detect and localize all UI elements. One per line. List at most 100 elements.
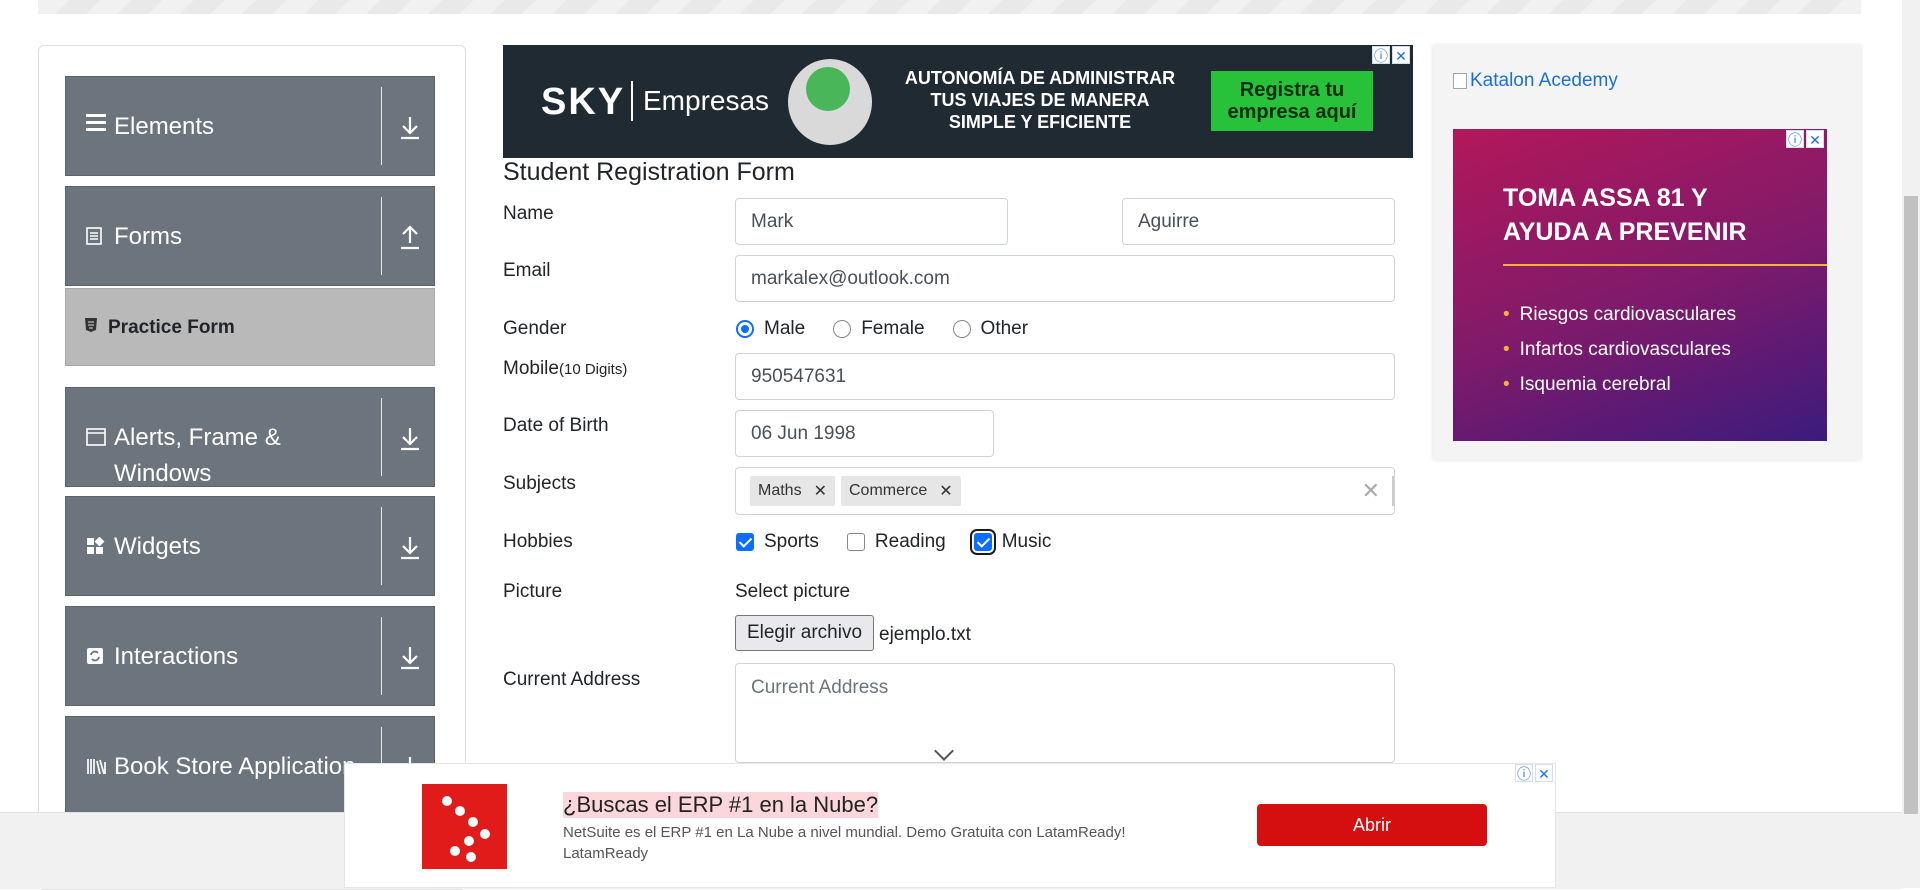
mobile-label-text: Mobile [503, 358, 559, 379]
ad-person-illustration [788, 59, 872, 145]
html5-icon [84, 317, 98, 333]
download-icon[interactable] [399, 645, 421, 671]
ad-close-icon[interactable]: ✕ [1535, 764, 1553, 782]
hobby-sports-checkbox[interactable] [736, 533, 754, 551]
email-input[interactable]: markalex@outlook.com [735, 255, 1395, 302]
refresh-icon [86, 647, 104, 671]
right-ad-bullets: Riesgos cardiovasculares Infartos cardio… [1503, 297, 1737, 402]
ad-close-icon[interactable]: ✕ [1806, 130, 1824, 148]
first-name-input[interactable]: Mark [735, 198, 1008, 245]
sidebar-group-label: Forms [114, 223, 182, 250]
scrollbar-thumb[interactable] [1904, 196, 1918, 814]
subject-chip: Maths ✕ [750, 476, 835, 506]
ad-brand-subtitle: Empresas [643, 85, 770, 116]
right-ad-container: Katalon Acedemy TOMA ASSA 81 Y AYUDA A P… [1433, 45, 1861, 460]
ad-brand: SKY [541, 81, 626, 123]
clear-subjects-icon[interactable]: ✕ [1362, 478, 1380, 504]
subjects-label: Subjects [503, 473, 576, 494]
top-ad-controls: ⓘ ✕ [1372, 46, 1410, 64]
hobby-reading-checkbox[interactable] [846, 533, 865, 551]
sidebar-group-label: Book Store Application [114, 753, 356, 780]
sidebar-group-alerts[interactable]: Alerts, Frame & Windows [65, 387, 435, 487]
bottom-banner-ad[interactable]: ¿Buscas el ERP #1 en la Nube? NetSuite e… [344, 763, 1556, 888]
gender-label: Gender [503, 318, 567, 339]
group-divider [381, 87, 382, 165]
group-divider [381, 617, 382, 695]
hobbies-label: Hobbies [503, 531, 573, 552]
heartbeat-line [1503, 264, 1827, 266]
top-banner-ad[interactable]: SKY Empresas AUTONOMÍA DE ADMINISTRAR TU… [503, 45, 1413, 158]
open-button[interactable]: Abrir [1257, 804, 1487, 846]
sidebar-group-widgets[interactable]: Widgets [65, 496, 435, 596]
ad-brand-divider [631, 81, 633, 121]
sidebar-item-label: Practice Form [108, 317, 235, 338]
hobby-label: Music [1001, 531, 1052, 552]
download-icon[interactable] [399, 426, 421, 452]
remove-chip-icon[interactable]: ✕ [814, 481, 827, 501]
books-icon [86, 757, 108, 781]
ad-info-icon[interactable]: ⓘ [1786, 130, 1804, 148]
hobby-label: Reading [874, 531, 946, 552]
gender-other-radio[interactable] [952, 320, 971, 338]
download-icon[interactable] [399, 535, 421, 561]
mobile-label: Mobile(10 Digits) [503, 358, 627, 380]
bottom-ad-description: NetSuite es el ERP #1 en La Nube a nivel… [563, 824, 1126, 862]
right-ad-headline: TOMA ASSA 81 Y AYUDA A PREVENIR [1503, 184, 1747, 246]
sidebar-group-elements[interactable]: Elements [65, 76, 435, 176]
selected-file-name: ejemplo.txt [879, 624, 971, 645]
ad-info-icon[interactable]: ⓘ [1372, 46, 1390, 64]
gender-male-radio[interactable] [736, 320, 754, 338]
hobby-label: Sports [764, 531, 819, 552]
hobbies-checkbox-group: Sports Reading Music [736, 529, 1079, 555]
sidebar-item-practice-form[interactable]: Practice Form [65, 288, 435, 366]
picture-label: Picture [503, 581, 563, 602]
sidebar-group-label: Interactions [114, 643, 239, 670]
ad-close-icon[interactable]: ✕ [1392, 46, 1410, 64]
katalon-academy-link[interactable]: Katalon Acedemy [1453, 70, 1618, 92]
vertical-scrollbar[interactable] [1902, 0, 1920, 888]
date-of-birth-input[interactable]: 06 Jun 1998 [735, 410, 994, 457]
subject-chip: Commerce ✕ [841, 476, 961, 506]
hamburger-icon [86, 113, 106, 137]
netsuite-logo [422, 784, 507, 869]
sidebar-group-interactions[interactable]: Interactions [65, 606, 435, 706]
mobile-input[interactable]: 950547631 [735, 353, 1395, 400]
document-icon [86, 227, 102, 251]
subjects-separator [1392, 476, 1394, 506]
broken-image-icon [1453, 73, 1467, 89]
sidebar-group-label: Alerts, Frame & Windows [114, 424, 281, 487]
right-side-ad[interactable]: TOMA ASSA 81 Y AYUDA A PREVENIR Riesgos … [1453, 129, 1827, 441]
email-label: Email [503, 260, 551, 281]
address-placeholder: Current Address [751, 677, 889, 698]
upload-icon[interactable] [399, 225, 421, 251]
right-ad-controls: ⓘ ✕ [1786, 130, 1824, 148]
download-icon[interactable] [399, 115, 421, 141]
current-address-textarea[interactable]: Current Address [735, 663, 1395, 763]
hobby-music-checkbox[interactable] [969, 529, 996, 555]
sidebar-group-label: Widgets [114, 533, 201, 560]
subject-chip-label: Maths [758, 482, 802, 499]
address-label: Current Address [503, 669, 641, 690]
ad-info-icon[interactable]: ⓘ [1515, 764, 1533, 782]
select-picture-text: Select picture [735, 581, 851, 602]
last-name-input[interactable]: Aguirre [1122, 198, 1395, 245]
widgets-icon [86, 536, 106, 561]
name-label: Name [503, 203, 554, 224]
sidebar-group-forms[interactable]: Forms [65, 186, 435, 286]
choose-file-button[interactable]: Elegir archivo [735, 615, 874, 651]
gender-female-radio[interactable] [833, 320, 852, 338]
right-ad-bullet: Isquemia cerebral [1503, 367, 1736, 402]
remove-chip-icon[interactable]: ✕ [939, 481, 952, 501]
bottom-ad-title: ¿Buscas el ERP #1 en la Nube? [563, 792, 879, 818]
subjects-input[interactable]: Maths ✕ Commerce ✕ ✕ [735, 467, 1395, 515]
gender-option-label: Other [980, 318, 1029, 339]
bottom-ad-controls: ⓘ ✕ [1515, 764, 1553, 782]
group-divider [381, 197, 382, 275]
mobile-hint: (10 Digits) [558, 361, 628, 378]
gender-option-label: Female [861, 318, 925, 339]
ad-cta-button[interactable]: Registra tu empresa aquí [1211, 71, 1373, 131]
top-decorative-strip [38, 0, 1861, 14]
window-icon [86, 428, 106, 452]
group-divider [381, 398, 382, 476]
right-ad-bullet: Infartos cardiovasculares [1503, 332, 1736, 367]
